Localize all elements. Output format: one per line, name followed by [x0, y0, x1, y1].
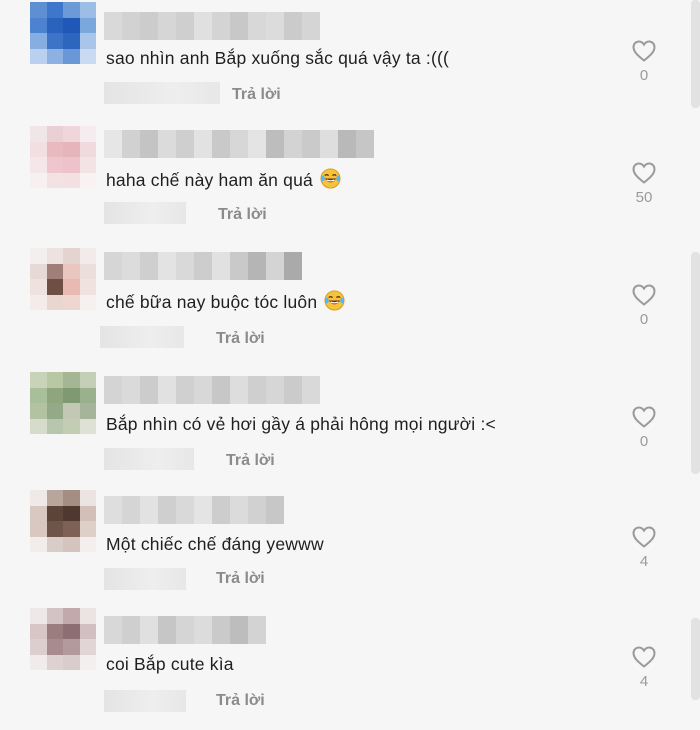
timestamp-blurred — [104, 690, 186, 712]
comment-text: Một chiếc chế đáng yewww — [106, 534, 324, 555]
comment-item: haha chế này ham ăn quá Trả lời 50 — [0, 122, 700, 244]
like-count: 4 — [639, 673, 649, 690]
reply-button[interactable]: Trả lời — [232, 86, 281, 104]
comment-text: chế bữa nay buộc tóc luôn — [106, 290, 345, 313]
reply-button[interactable]: Trả lời — [216, 330, 265, 348]
username-blurred[interactable] — [104, 130, 374, 158]
like-button[interactable]: 4 — [626, 526, 662, 570]
avatar[interactable] — [30, 248, 96, 310]
avatar[interactable] — [30, 490, 96, 552]
like-button[interactable]: 0 — [626, 406, 662, 450]
like-count: 0 — [639, 311, 649, 328]
comment-text-content: haha chế này ham ăn quá — [106, 170, 313, 190]
comment-item: chế bữa nay buộc tóc luôn Trả lời 0 — [0, 244, 700, 366]
like-count: 0 — [639, 67, 649, 84]
comment-item: sao nhìn anh Bắp xuống sắc quá vậy ta :(… — [0, 0, 700, 122]
like-button[interactable]: 0 — [626, 40, 662, 84]
like-button[interactable]: 0 — [626, 284, 662, 328]
avatar[interactable] — [30, 126, 96, 188]
username-blurred[interactable] — [104, 496, 284, 524]
reply-button[interactable]: Trả lời — [226, 452, 275, 470]
comment-item: coi Bắp cute kìa Trả lời 4 — [0, 608, 700, 730]
username-blurred[interactable] — [104, 252, 302, 280]
timestamp-blurred — [104, 448, 194, 470]
like-button[interactable]: 50 — [626, 162, 662, 206]
heart-outline-icon — [632, 40, 656, 62]
avatar[interactable] — [30, 372, 96, 434]
comment-item: Bắp nhìn có vẻ hơi gầy á phải hông mọi n… — [0, 366, 700, 488]
username-blurred[interactable] — [104, 376, 320, 404]
comment-item: Một chiếc chế đáng yewww Trả lời 4 — [0, 488, 700, 610]
comment-text-content: chế bữa nay buộc tóc luôn — [106, 292, 318, 312]
laughing-tears-emoji-icon — [320, 168, 341, 189]
timestamp-blurred — [104, 82, 220, 104]
heart-outline-icon — [632, 646, 656, 668]
comment-text-content: sao nhìn anh Bắp xuống sắc quá vậy ta :(… — [106, 48, 450, 68]
laughing-tears-emoji-icon — [324, 290, 345, 311]
heart-outline-icon — [632, 162, 656, 184]
timestamp-blurred — [104, 568, 186, 590]
comment-text: sao nhìn anh Bắp xuống sắc quá vậy ta :(… — [106, 48, 449, 69]
reply-button[interactable]: Trả lời — [216, 570, 265, 588]
like-count: 4 — [639, 553, 649, 570]
comment-text-content: coi Bắp cute kìa — [106, 654, 234, 674]
like-button[interactable]: 4 — [626, 646, 662, 690]
timestamp-blurred — [100, 326, 184, 348]
reply-button[interactable]: Trả lời — [218, 206, 267, 224]
reply-button[interactable]: Trả lời — [216, 692, 265, 710]
comment-text: Bắp nhìn có vẻ hơi gầy á phải hông mọi n… — [106, 414, 496, 435]
avatar[interactable] — [30, 608, 96, 670]
comment-text-content: Bắp nhìn có vẻ hơi gầy á phải hông mọi n… — [106, 414, 496, 434]
avatar[interactable] — [30, 2, 96, 64]
comment-text: haha chế này ham ăn quá — [106, 168, 341, 191]
username-blurred[interactable] — [104, 12, 320, 40]
comment-list: { "comments": [ { "text": "sao nhìn anh … — [0, 0, 700, 712]
timestamp-blurred — [104, 202, 186, 224]
heart-outline-icon — [632, 406, 656, 428]
username-blurred[interactable] — [104, 616, 266, 644]
like-count: 0 — [639, 433, 649, 450]
comment-text: coi Bắp cute kìa — [106, 654, 234, 675]
heart-outline-icon — [632, 284, 656, 306]
comment-text-content: Một chiếc chế đáng yewww — [106, 534, 324, 554]
like-count: 50 — [635, 189, 653, 206]
heart-outline-icon — [632, 526, 656, 548]
